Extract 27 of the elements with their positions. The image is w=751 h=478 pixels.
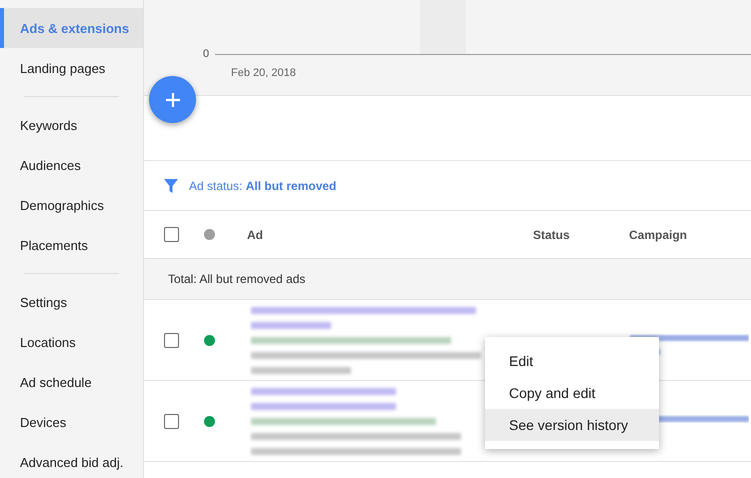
sidebar-item[interactable]: Devices (0, 402, 143, 442)
sidebar-item[interactable]: Ad schedule (0, 362, 143, 402)
column-header[interactable]: Ad (247, 228, 533, 242)
select-all-checkbox[interactable] (164, 227, 179, 242)
sidebar-item[interactable]: Settings (0, 282, 143, 322)
sidebar-item[interactable]: Keywords (0, 105, 143, 145)
total-row-label: Total: All but removed ads (144, 259, 751, 300)
axis-label: Feb 20, 2018 (231, 67, 297, 79)
add-button[interactable] (149, 76, 196, 123)
menu-item[interactable]: Copy and edit (485, 377, 659, 409)
plus-icon (164, 92, 180, 108)
filter-icon[interactable] (163, 178, 179, 194)
sidebar-item[interactable]: Audiences (0, 145, 143, 185)
status-dot (204, 229, 215, 240)
menu-item[interactable]: See version history (485, 409, 659, 441)
column-header[interactable]: Status (533, 228, 629, 242)
sidebar-item[interactable]: Placements (0, 225, 143, 265)
row-checkbox[interactable] (164, 332, 179, 348)
axis-label: 0 (203, 48, 210, 60)
sidebar-item[interactable]: Demographics (0, 185, 143, 225)
sidebar-item[interactable]: Landing pages (0, 48, 143, 88)
row-checkbox[interactable] (164, 414, 179, 428)
sidebar-item[interactable]: Advanced bid adj. (0, 442, 143, 478)
filter-label[interactable]: Ad status: All but removed (189, 178, 336, 192)
sidebar-item[interactable]: Locations (0, 322, 143, 362)
column-header[interactable]: Campaign (629, 228, 709, 242)
menu-item[interactable]: Edit (485, 345, 659, 377)
